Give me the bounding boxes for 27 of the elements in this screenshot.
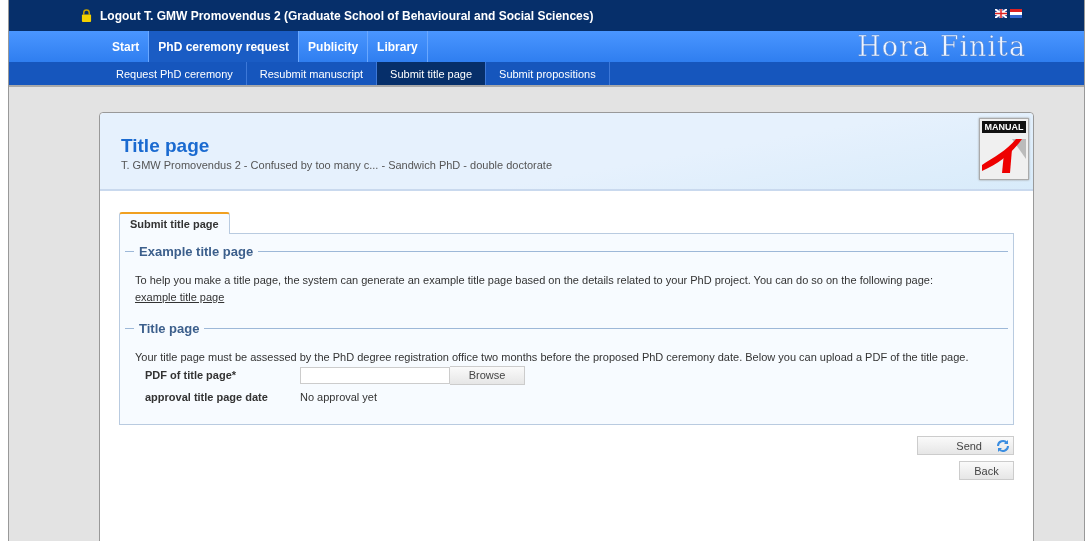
pdf-icon	[982, 139, 1026, 173]
section-text: Your title page must be assessed by the PhD degree registration office two months before the proposed PhD ceremony date. Below you can upload a PDF of the title page.	[135, 350, 970, 364]
manual-button[interactable]: MANUAL	[979, 118, 1029, 180]
send-button[interactable]: Send	[917, 436, 1014, 455]
logo: Hora Finita	[857, 32, 1026, 62]
field-label: approval title page date	[145, 391, 269, 403]
page-title: Title page	[121, 135, 211, 157]
field-value: No approval yet	[300, 391, 378, 403]
refresh-icon	[996, 438, 1010, 453]
dutch-flag-icon[interactable]	[1010, 9, 1022, 18]
browse-button[interactable]: Browse	[450, 365, 525, 385]
nav-tab[interactable]: PhD ceremony request	[149, 31, 300, 62]
subnav-tab[interactable]: Submit title page	[377, 62, 487, 85]
section-legend: Example title page	[139, 244, 254, 259]
example-link[interactable]: example title page	[135, 291, 225, 303]
section-legend: Title page	[139, 321, 200, 336]
field-label: PDF of title page*	[145, 369, 238, 381]
lock-icon	[81, 9, 92, 22]
tab[interactable]: Submit title page	[119, 212, 230, 234]
page-subtitle: T. GMW Promovendus 2 - Confused by too many c... - Sandwich PhD - double doctorate	[121, 159, 553, 171]
file-input-field[interactable]	[300, 366, 450, 384]
section-text: To help you make a title page, the system can generate an example title page based on the details related to your PhD project. You can do so on the following page:	[135, 273, 935, 287]
back-button[interactable]: Back	[959, 461, 1014, 480]
logout-link[interactable]: Logout T. GMW Promovendus 2 (Graduate School of Behavioural and Social Sciences)	[100, 8, 594, 23]
uk-flag-icon[interactable]	[995, 9, 1007, 18]
subnav-tab[interactable]: Request PhD ceremony	[103, 62, 247, 85]
subnav-tab[interactable]: Submit propositions	[486, 62, 610, 85]
